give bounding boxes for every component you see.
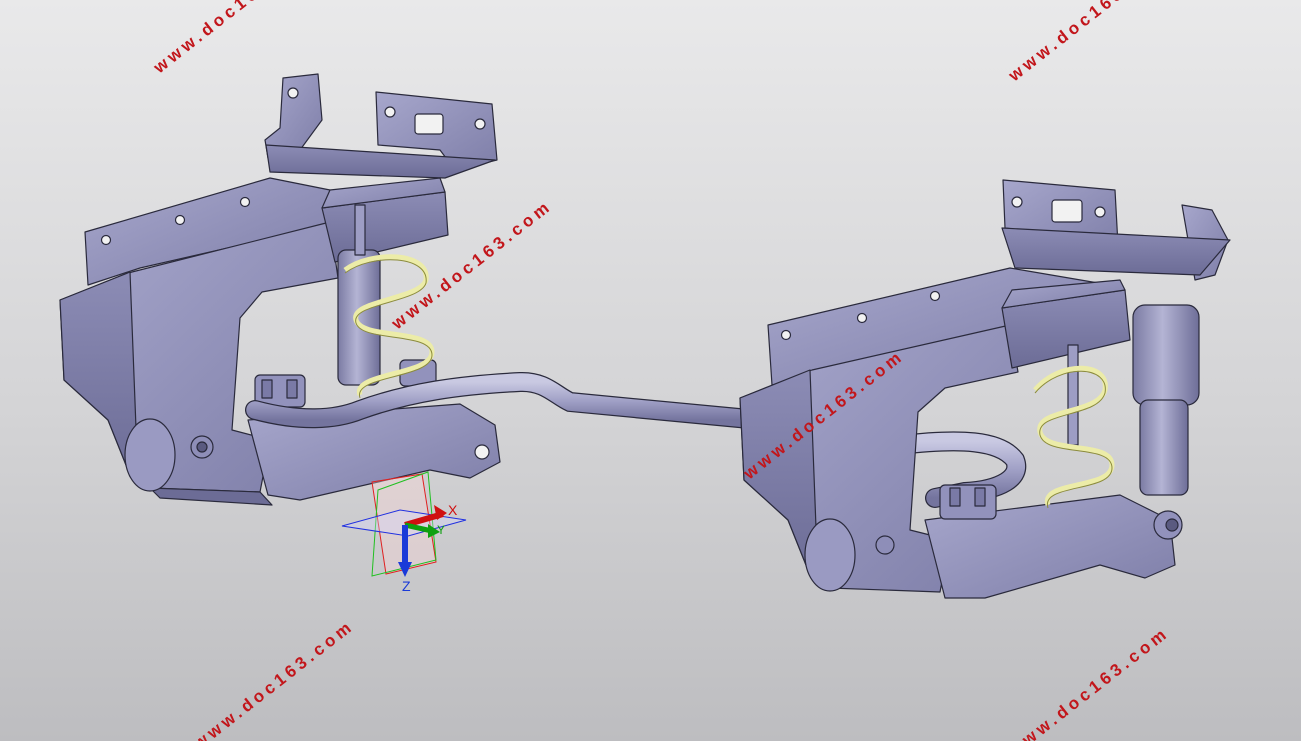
y-axis-label: Y [437,523,446,537]
x-axis-label: X [448,502,458,518]
z-axis-label: Z [402,578,411,594]
axis-compass[interactable] [341,471,467,577]
suspension-assembly-model[interactable] [0,0,1301,741]
right-suspension-module [739,179,1231,599]
3d-viewport[interactable]: X Y Z www.doc163.com www.doc163.com www.… [0,0,1301,741]
